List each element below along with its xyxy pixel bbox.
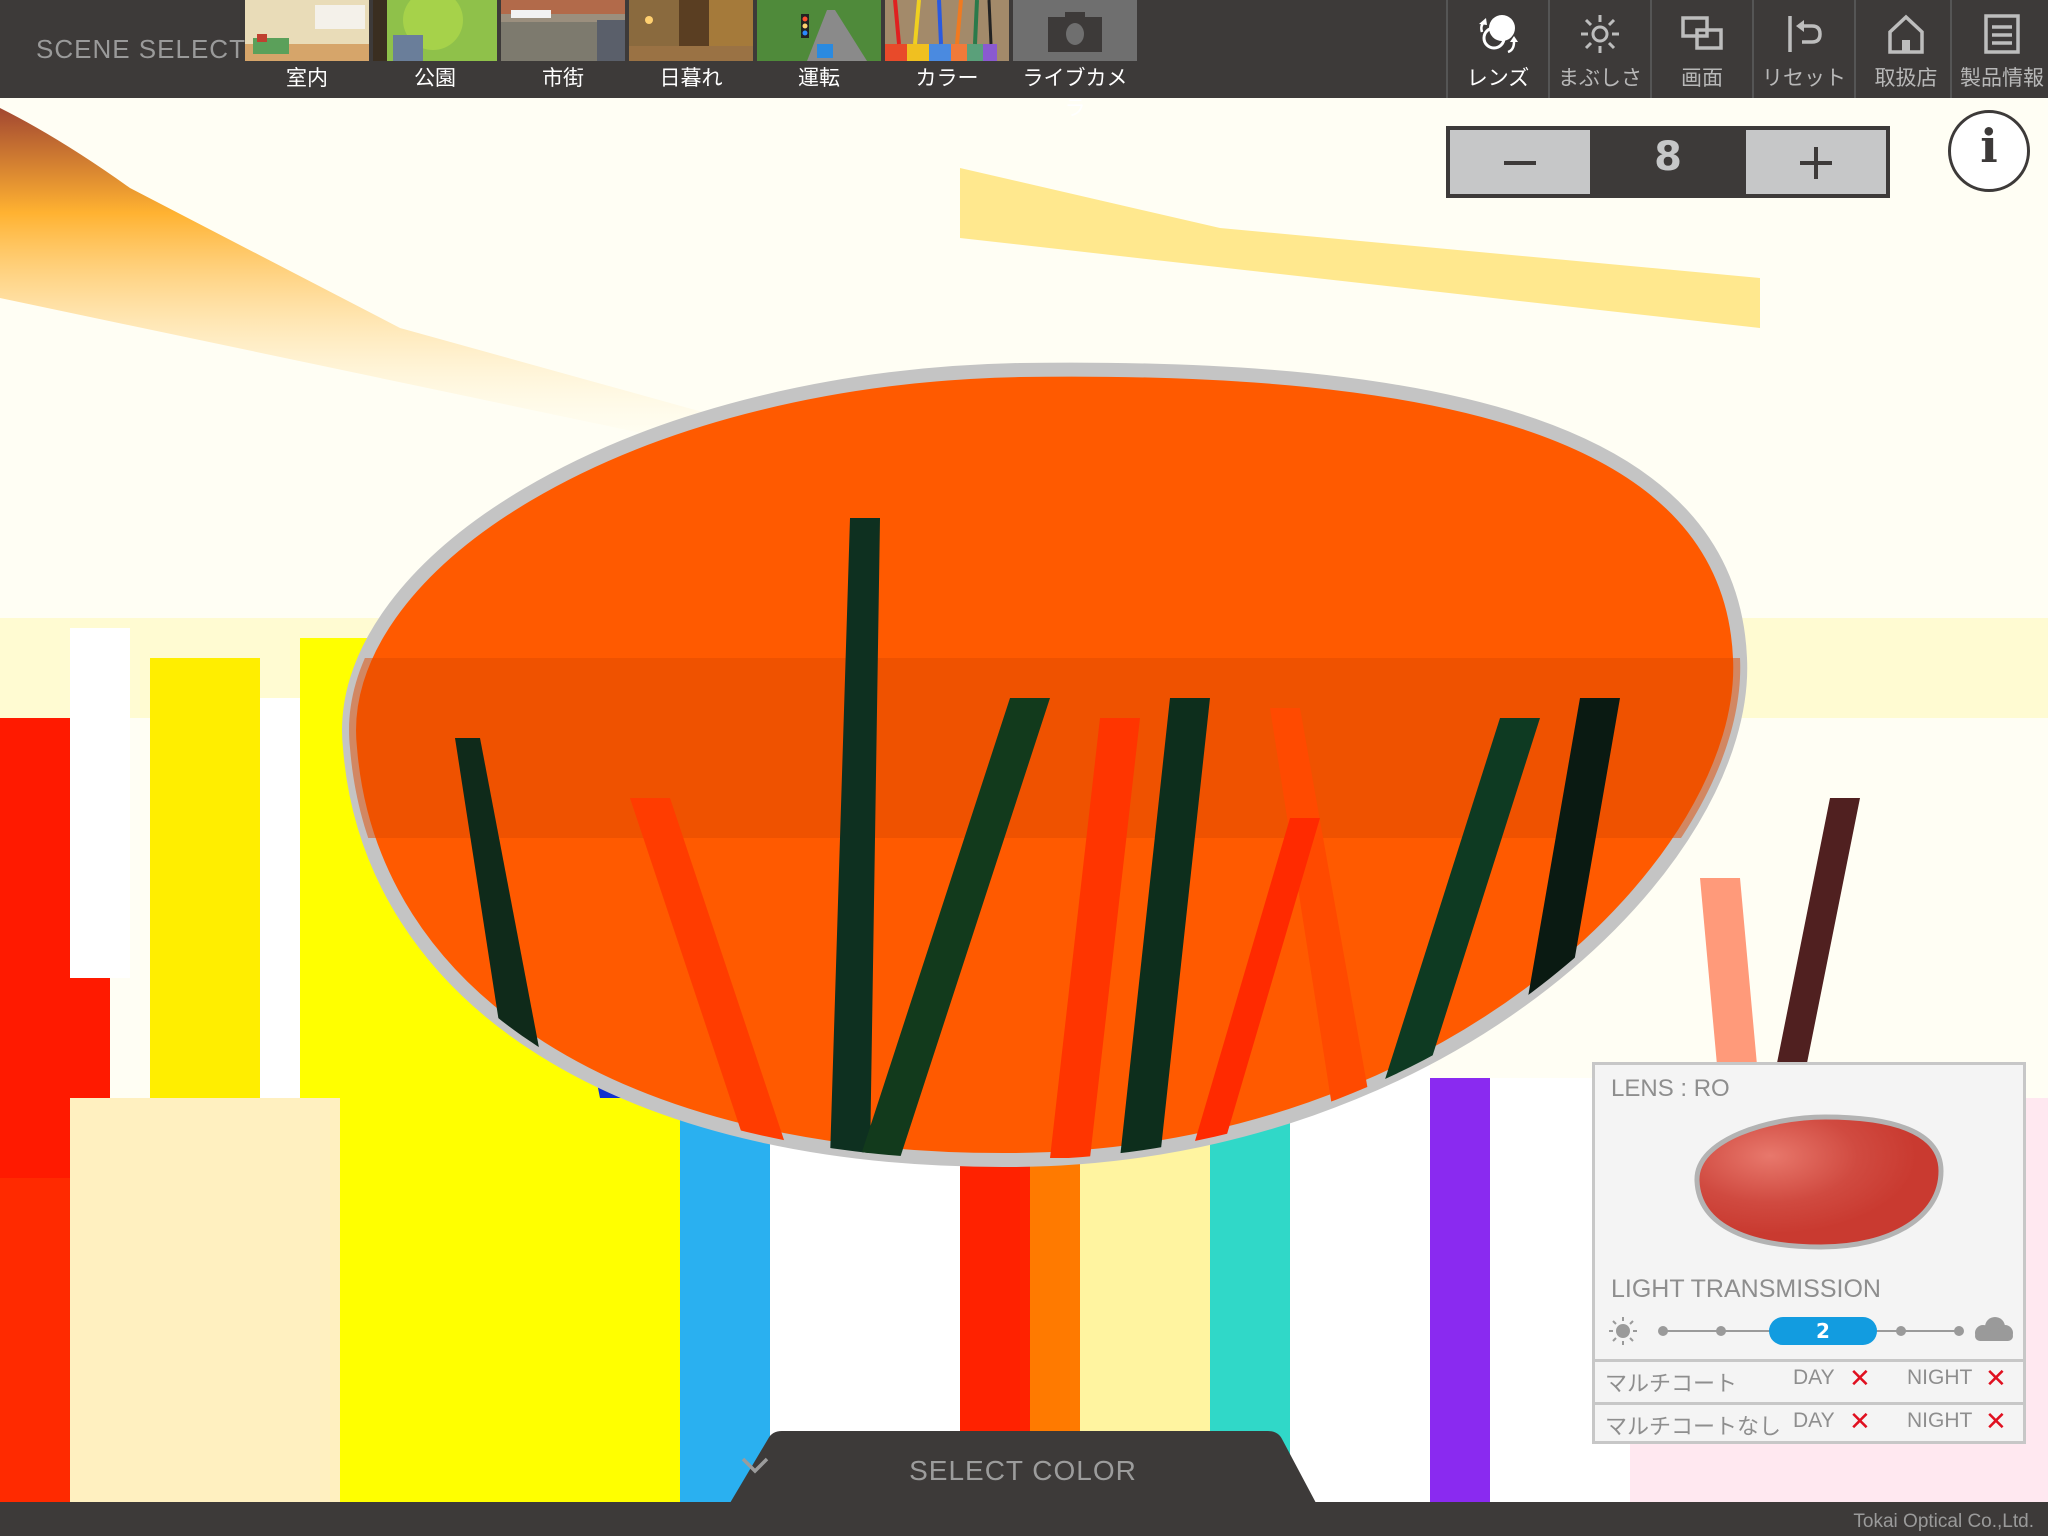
tool-label: 画面 [1681, 66, 1723, 90]
scene-label: 室内 [286, 66, 328, 90]
reset-icon [1788, 16, 1822, 52]
plus-icon [1800, 147, 1832, 179]
minus-icon [1504, 161, 1536, 165]
scene-label: 公園 [414, 66, 456, 90]
scene-label: 日暮れ [659, 66, 723, 90]
increase-button[interactable] [1746, 130, 1886, 194]
slider-stop[interactable] [1954, 1326, 1964, 1336]
lens-swap-icon [1479, 15, 1518, 54]
cross-icon: ✕ [1985, 1364, 2007, 1394]
select-color-label: SELECT COLOR [730, 1455, 1316, 1487]
cross-icon: ✕ [1849, 1364, 1871, 1394]
slider-stop[interactable] [1658, 1326, 1668, 1336]
night-label: NIGHT [1907, 1366, 1973, 1389]
scene-thumb-dusk [629, 0, 753, 61]
info-icon: i [1980, 119, 1998, 173]
scene-live-camera[interactable]: ライブカメラ [1013, 0, 1137, 120]
coating-name: マルチコート [1605, 1372, 1738, 1397]
lens-swatch [1694, 1114, 1944, 1250]
scene-label: カラー [915, 66, 979, 90]
day-label: DAY [1793, 1409, 1835, 1432]
scene-select-label: SCENE SELECT [36, 34, 246, 64]
lens-info-panel: LENS : RO LIGHT TRANSMISSION 2 マルチコート DA… [1592, 1062, 2026, 1444]
tool-stores[interactable]: 取扱店 [1854, 0, 1956, 98]
level-value: 8 [1654, 134, 1682, 180]
slider-thumb[interactable]: 2 [1769, 1317, 1877, 1345]
level-stepper: 8 [1446, 126, 1890, 198]
cloud-icon [1975, 1317, 2013, 1341]
tool-product-info[interactable]: 製品情報 [1950, 0, 2048, 98]
chevron-down-icon [741, 1457, 769, 1474]
scene-color[interactable]: カラー [885, 0, 1009, 98]
scene-thumb-city [501, 0, 625, 61]
tool-label: まぶしさ [1558, 66, 1642, 90]
scene-park[interactable]: 公園 [373, 0, 497, 98]
night-label: NIGHT [1907, 1409, 1973, 1432]
scene-indoor[interactable]: 室内 [245, 0, 369, 98]
scene-dusk[interactable]: 日暮れ [629, 0, 753, 98]
scene-label: ライブカメラ [1022, 66, 1128, 120]
coating-name: マルチコートなし [1605, 1415, 1782, 1440]
select-color-text: SELECT COLOR [909, 1455, 1137, 1486]
coating-row: マルチコートなし DAY ✕ NIGHT ✕ [1595, 1402, 2023, 1443]
select-color-button[interactable]: SELECT COLOR [730, 1431, 1316, 1503]
scene-thumb-color [885, 0, 1009, 61]
top-toolbar: SCENE SELECT 室内 公園 市街 日暮れ 運転 カラー ライブカメラ … [0, 0, 2048, 120]
tool-lens[interactable]: レンズ [1446, 0, 1548, 98]
bottom-bar [0, 1502, 2048, 1536]
screen-split-icon [1681, 16, 1723, 50]
scene-thumb-driving [757, 0, 881, 61]
scene-thumb-park [373, 0, 497, 61]
tool-label: レンズ [1466, 66, 1530, 90]
light-transmission-title: LIGHT TRANSMISSION [1611, 1275, 1881, 1303]
coating-row: マルチコート DAY ✕ NIGHT ✕ [1595, 1359, 2023, 1400]
decrease-button[interactable] [1450, 130, 1590, 194]
day-label: DAY [1793, 1366, 1835, 1389]
tool-label: リセット [1762, 66, 1846, 90]
scene-label: 市街 [542, 66, 584, 90]
document-icon [1984, 14, 2020, 54]
scene-driving[interactable]: 運転 [757, 0, 881, 98]
slider-stop[interactable] [1716, 1326, 1726, 1336]
tool-glare[interactable]: まぶしさ [1548, 0, 1650, 98]
camera-icon [1048, 12, 1102, 52]
scene-city[interactable]: 市街 [501, 0, 625, 98]
info-button[interactable]: i [1948, 110, 2030, 192]
tool-screen[interactable]: 画面 [1650, 0, 1752, 98]
scene-thumb-camera [1013, 0, 1137, 61]
lens-title: LENS : RO [1611, 1075, 1730, 1102]
scene-label: 運転 [798, 66, 840, 90]
tool-reset[interactable]: リセット [1752, 0, 1854, 98]
sun-small-icon [1609, 1317, 1637, 1345]
sun-icon [1581, 15, 1619, 53]
cross-icon: ✕ [1849, 1407, 1871, 1437]
home-icon [1888, 14, 1924, 54]
tool-label: 取扱店 [1874, 66, 1938, 90]
copyright-text: Tokai Optical Co.,Ltd. [1853, 1511, 2034, 1532]
cross-icon: ✕ [1985, 1407, 2007, 1437]
slider-stop[interactable] [1896, 1326, 1906, 1336]
scene-thumb-indoor [245, 0, 369, 61]
tool-label: 製品情報 [1960, 66, 2044, 90]
